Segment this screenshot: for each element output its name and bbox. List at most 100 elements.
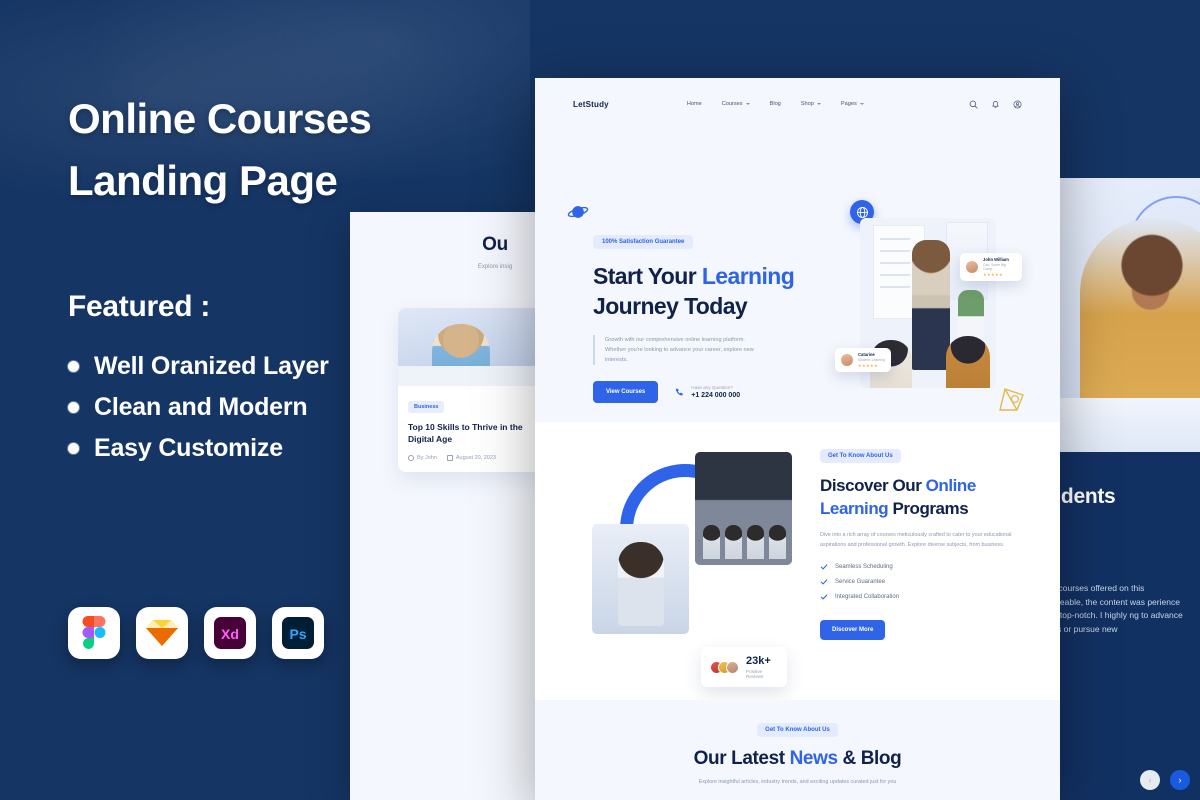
contact-number: +1 224 000 000 [691, 392, 741, 399]
checklist-item: Integrated Collaboration [820, 593, 1030, 601]
news-heading-block: Get To Know About Us Our Latest News & B… [535, 718, 1060, 785]
discover-media: 23k+ Positive Reviews [592, 437, 812, 687]
user-icon[interactable] [1013, 100, 1022, 109]
contact-text: Have any Question? +1 224 000 000 [691, 385, 740, 399]
discover-title-accent2: Learning [820, 499, 889, 518]
planet-icon [567, 206, 589, 218]
site-header: LetStudy Home Courses Blog Shop Pages [535, 78, 1060, 130]
bullet-icon [68, 361, 79, 372]
tutor-photo [592, 524, 689, 634]
student-figure [769, 525, 786, 559]
contact-label: Have any Question? [691, 385, 733, 390]
stat-text: 23k+ Positive Reviews [746, 655, 778, 679]
hero-title-accent: Learning [701, 263, 795, 289]
nav-label: Home [686, 101, 702, 107]
checklist-item: Seamless Scheduling [820, 563, 1030, 571]
news-title-part1: Our Latest [693, 748, 790, 769]
feature-label: Well Oranized Layer [94, 352, 329, 380]
desk-surface [1058, 398, 1200, 452]
student-figure [946, 336, 990, 388]
bullet-icon [68, 443, 79, 454]
review-text: John William Ceo, Some Big Comp. ★★★★★ [983, 257, 1016, 277]
discover-title-accent1: Online [925, 476, 977, 495]
discover-copy: Get To Know About Us Discover Our Online… [820, 444, 1030, 640]
nav-item-home[interactable]: Home [687, 101, 702, 107]
hero-paragraph: Growth with our comprehensive online lea… [593, 335, 758, 365]
checklist-label: Integrated Collaboration [835, 594, 900, 600]
poster-title-line2: Landing Page [68, 157, 338, 204]
check-icon [820, 594, 828, 600]
search-icon[interactable] [969, 100, 978, 109]
checklist-label: Service Guarantee [835, 579, 886, 585]
star-rating: ★★★★★ [858, 363, 878, 368]
stat-label: Positive Reviews [746, 669, 764, 679]
hero-title: Start Your Learning Journey Today [593, 261, 853, 321]
discover-paragraph: Dive into a rich array of courses meticu… [820, 532, 1012, 548]
nav-label: Shop [800, 101, 814, 107]
promo-block: Online Courses Landing Page Featured : W… [68, 88, 488, 475]
check-icon [820, 579, 828, 585]
nav-item-shop[interactable]: Shop [801, 101, 821, 107]
reviewer-name: John William [983, 257, 1009, 262]
instructor-figure [912, 240, 950, 370]
classroom-photo [695, 452, 792, 565]
avatar [841, 354, 853, 366]
discover-title: Discover Our Online Learning Programs [820, 474, 1030, 520]
featured-heading: Featured : [68, 290, 211, 323]
prev-button[interactable]: ‹ [1140, 770, 1160, 790]
plant [958, 290, 984, 340]
poster-title: Online Courses Landing Page [68, 88, 488, 212]
tutor-figure [618, 542, 664, 626]
svg-text:Xd: Xd [221, 626, 239, 642]
list-item: Easy Customize [68, 434, 488, 463]
avatar-stack [710, 660, 739, 674]
nav-item-courses[interactable]: Courses [722, 101, 750, 107]
news-title-accent: News [789, 748, 838, 769]
view-courses-button[interactable]: View Courses [593, 381, 659, 403]
discover-title-part2: Programs [888, 499, 969, 518]
carousel-pager: ‹ › [1140, 770, 1190, 790]
next-button[interactable]: › [1170, 770, 1190, 790]
bell-icon[interactable] [991, 100, 1000, 109]
stat-card: 23k+ Positive Reviews [701, 647, 787, 687]
discover-title-part1: Discover Our [820, 476, 926, 495]
feature-label: Easy Customize [94, 434, 283, 462]
avatar [966, 261, 978, 273]
header-icon-group [969, 100, 1022, 109]
nav-item-blog[interactable]: Blog [770, 101, 781, 107]
checklist-label: Seamless Scheduling [835, 564, 893, 570]
software-icons: Xd Ps [68, 607, 324, 659]
main-site-mock: LetStudy Home Courses Blog Shop Pages 10… [535, 78, 1060, 800]
reviewer-role: Student, Learning [858, 358, 885, 362]
discover-section: 23k+ Positive Reviews Get To Know About … [535, 422, 1060, 700]
checklist-item: Service Guarantee [820, 578, 1030, 586]
review-card: Catarine Student, Learning ★★★★★ [835, 348, 891, 372]
section-eyebrow: Get To Know About Us [757, 723, 838, 737]
list-item: Clean and Modern [68, 393, 488, 422]
hero-section: 100% Satisfaction Guarantee Start Your L… [535, 130, 1060, 422]
contact-block[interactable]: Have any Question? +1 224 000 000 [674, 385, 740, 399]
hero-title-part1: Start Your [593, 263, 702, 289]
hero-badge: 100% Satisfaction Guarantee [593, 235, 694, 249]
avatar [726, 660, 739, 674]
decor-doodle-icon [999, 388, 1024, 411]
hero-copy: 100% Satisfaction Guarantee Start Your L… [593, 230, 853, 403]
poster-title-line1: Online Courses [68, 95, 372, 142]
nav-label: Blog [769, 101, 781, 107]
star-rating: ★★★★★ [983, 272, 1003, 277]
reviewer-name: Catarine [858, 352, 875, 357]
feature-label: Clean and Modern [94, 393, 308, 421]
discover-more-button[interactable]: Discover More [820, 620, 886, 640]
chevron-down-icon [816, 103, 821, 105]
right-photo-strip [1058, 178, 1200, 452]
nav-item-pages[interactable]: Pages [841, 101, 864, 107]
site-logo[interactable]: LetStudy [573, 100, 609, 109]
svg-text:Ps: Ps [289, 626, 306, 642]
section-eyebrow: Get To Know About Us [820, 449, 901, 463]
check-icon [820, 564, 828, 570]
site-navigation: Home Courses Blog Shop Pages [687, 101, 864, 107]
hero-actions: View Courses Have any Question? +1 224 0… [593, 381, 853, 403]
review-card: John William Ceo, Some Big Comp. ★★★★★ [960, 253, 1022, 281]
discover-checklist: Seamless Scheduling Service Guarantee In… [820, 563, 1030, 601]
figma-icon [68, 607, 120, 659]
